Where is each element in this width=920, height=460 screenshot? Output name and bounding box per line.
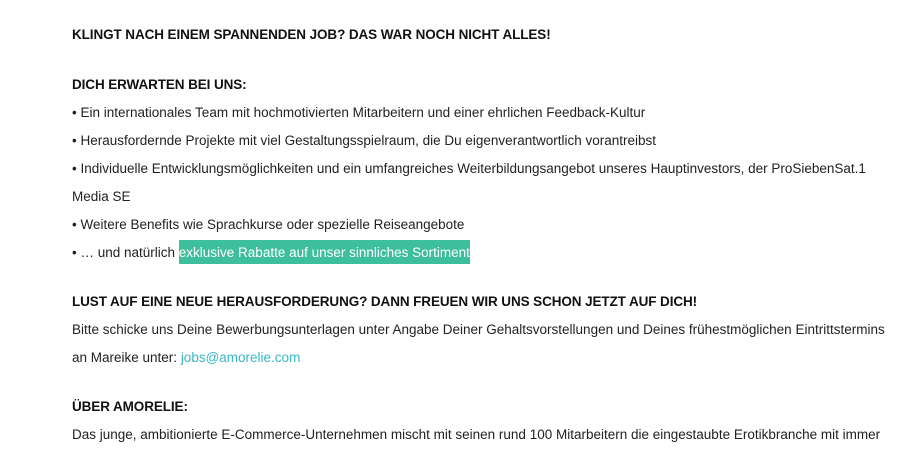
benefit-prefix: • … und natürlich	[72, 245, 179, 260]
apply-contact-prefix: an Mareike unter:	[72, 350, 181, 365]
about-text: Das junge, ambitionierte E-Commerce-Unte…	[72, 427, 881, 442]
benefit-item-continuation: Media SE	[72, 189, 131, 204]
benefit-item: • Weitere Benefits wie Sprachkurse oder …	[72, 217, 465, 232]
benefit-item: • Individuelle Entwicklungsmöglichkeiten…	[72, 161, 866, 176]
apply-text: Bitte schicke uns Deine Bewerbungsunterl…	[72, 322, 885, 337]
intro-heading: KLINGT NACH EINEM SPANNENDEN JOB? DAS WA…	[72, 27, 551, 42]
highlighted-text-selection[interactable]: exklusive Rabatte auf unser sinnliches S…	[178, 240, 470, 264]
job-description: KLINGT NACH EINEM SPANNENDEN JOB? DAS WA…	[72, 0, 885, 449]
benefit-item: • Herausfordernde Projekte mit viel Gest…	[72, 133, 657, 148]
benefit-item: • Ein internationales Team mit hochmotiv…	[72, 105, 646, 120]
apply-heading: LUST AUF EINE NEUE HERAUSFORDERUNG? DANN…	[72, 294, 698, 309]
about-heading: ÜBER AMORELIE:	[72, 399, 188, 414]
email-link[interactable]: jobs@amorelie.com	[181, 350, 301, 365]
benefits-heading: DICH ERWARTEN BEI UNS:	[72, 77, 247, 92]
benefit-item-last: • … und natürlich exklusive Rabatte auf …	[72, 239, 872, 267]
apply-contact-line: an Mareike unter: jobs@amorelie.com	[72, 344, 872, 372]
